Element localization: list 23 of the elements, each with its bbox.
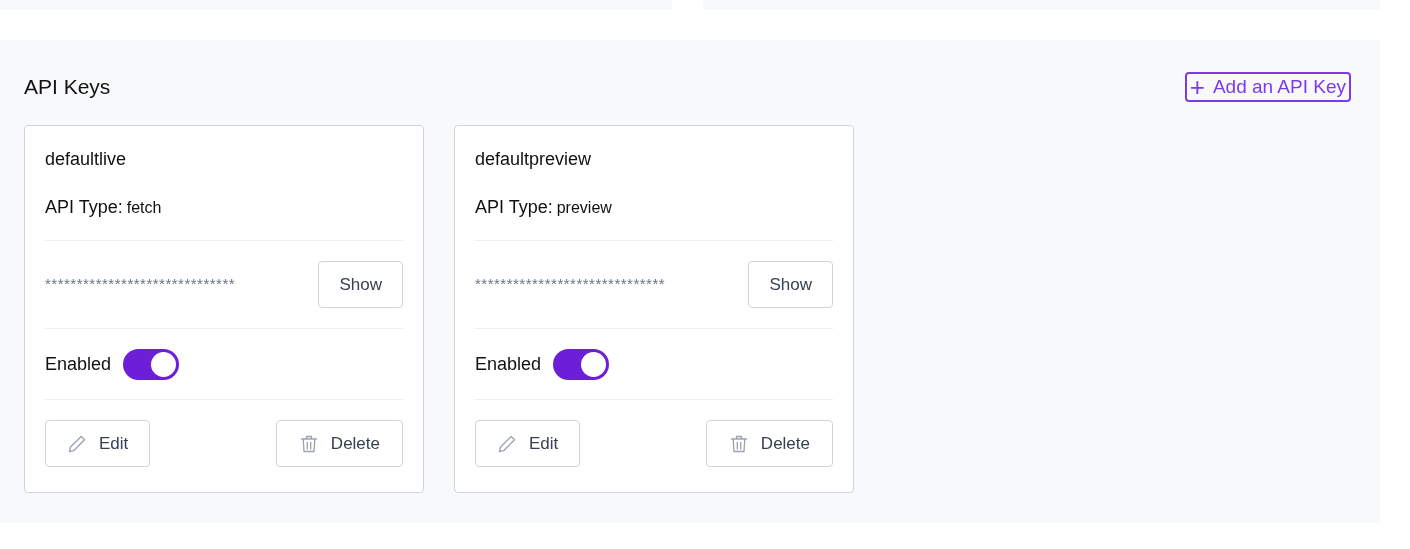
enabled-toggle[interactable]	[553, 348, 610, 380]
api-type-value: fetch	[126, 200, 162, 216]
api-type-label: API Type:	[45, 198, 123, 216]
api-type-label: API Type:	[475, 198, 553, 216]
pencil-icon	[497, 433, 517, 454]
edit-button[interactable]: Edit	[475, 420, 581, 467]
enabled-label: Enabled	[45, 352, 112, 376]
masked-key: ******************************	[45, 273, 236, 296]
plus-icon: +	[1189, 74, 1205, 100]
key-name: defaultlive	[45, 150, 128, 168]
masked-key: ******************************	[475, 273, 666, 296]
section-title: API Keys	[24, 74, 111, 101]
delete-button[interactable]: Delete	[705, 420, 833, 467]
enabled-toggle[interactable]	[123, 348, 180, 380]
enabled-label: Enabled	[475, 352, 542, 376]
edit-button[interactable]: Edit	[45, 420, 151, 467]
pencil-icon	[67, 433, 87, 454]
show-button[interactable]: Show	[748, 261, 833, 308]
delete-button[interactable]: Delete	[275, 420, 403, 467]
key-name: defaultpreview	[475, 150, 593, 168]
api-type-value: preview	[556, 200, 612, 216]
show-button[interactable]: Show	[318, 261, 403, 308]
add-api-key-button[interactable]: + Add an API Key	[1184, 72, 1351, 102]
